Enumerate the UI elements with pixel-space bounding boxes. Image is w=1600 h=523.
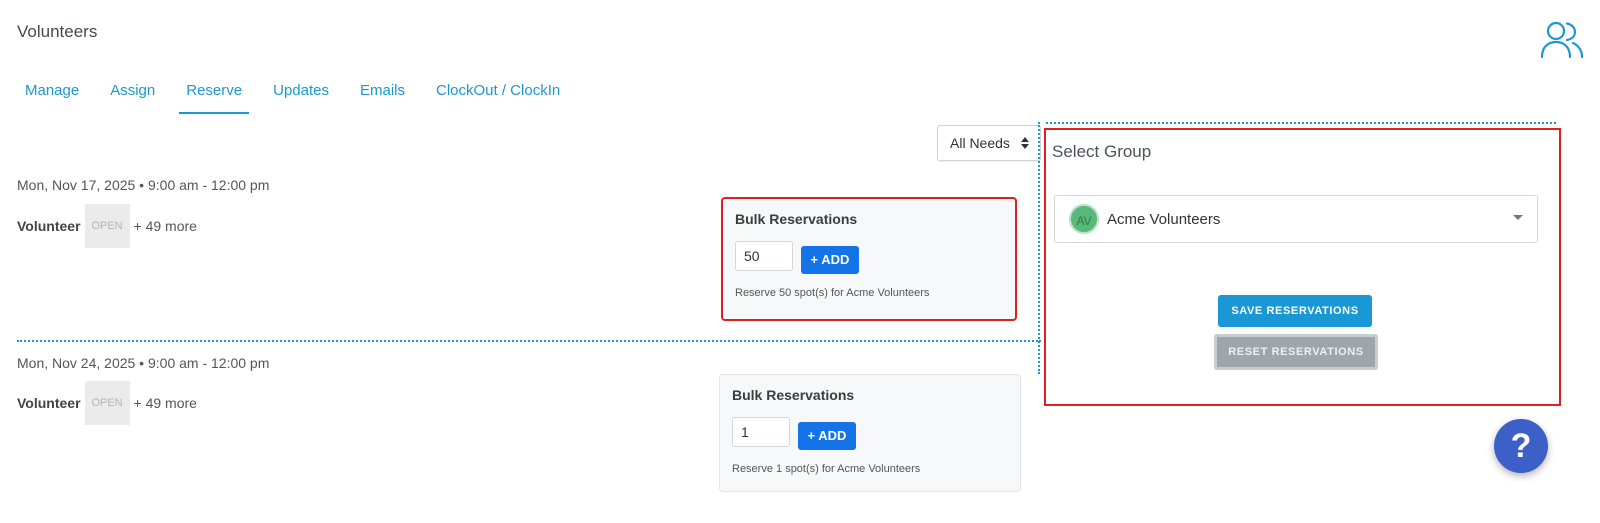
reset-reservations-button[interactable]: RESET RESERVATIONS (1214, 334, 1378, 370)
panel-top-divider (1046, 122, 1556, 124)
tab-emails[interactable]: Emails (353, 80, 412, 114)
bulk-reservations-box: Bulk Reservations 1 + ADD Reserve 1 spot… (719, 374, 1021, 492)
open-spot-badge[interactable]: OPEN (84, 204, 130, 248)
tab-updates[interactable]: Updates (266, 80, 336, 114)
bulk-reservation-hint: Reserve 50 spot(s) for Acme Volunteers (735, 287, 930, 299)
selected-group-name: Acme Volunteers (1107, 211, 1221, 228)
panel-divider (1038, 122, 1040, 374)
open-spot-badge[interactable]: OPEN (84, 381, 130, 425)
needs-filter-value: All Needs (950, 135, 1010, 151)
page-title: Volunteers (17, 22, 98, 41)
bulk-reservations-title: Bulk Reservations (735, 211, 858, 227)
bulk-add-button[interactable]: + ADD (801, 246, 859, 274)
slot-role-row: Volunteer OPEN + 49 more (17, 381, 197, 425)
more-spots-text[interactable]: + 49 more (134, 218, 197, 234)
role-label: Volunteer (17, 218, 81, 234)
bulk-add-button[interactable]: + ADD (798, 422, 856, 450)
avatar: AV (1069, 204, 1099, 234)
slot-date: Mon, Nov 17, 2025 • 9:00 am - 12:00 pm (17, 177, 270, 193)
select-group-title: Select Group (1052, 142, 1152, 161)
bulk-reservations-title: Bulk Reservations (732, 387, 855, 403)
role-label: Volunteer (17, 395, 81, 411)
slot-role-row: Volunteer OPEN + 49 more (17, 204, 197, 248)
slot-date: Mon, Nov 24, 2025 • 9:00 am - 12:00 pm (17, 355, 270, 371)
slot-item: Mon, Nov 17, 2025 • 9:00 am - 12:00 pm V… (17, 177, 1041, 248)
users-icon[interactable] (1540, 20, 1584, 60)
bulk-reservation-hint: Reserve 1 spot(s) for Acme Volunteers (732, 463, 921, 475)
bulk-quantity-input[interactable]: 50 (735, 241, 793, 271)
tab-assign[interactable]: Assign (103, 80, 162, 114)
tab-reserve[interactable]: Reserve (179, 80, 250, 114)
bulk-quantity-input[interactable]: 1 (732, 417, 790, 447)
tab-manage[interactable]: Manage (18, 80, 86, 114)
bulk-reservations-box: Bulk Reservations 50 + ADD Reserve 50 sp… (721, 197, 1017, 321)
chevron-down-icon[interactable] (1513, 215, 1523, 220)
tab-bar: Manage Assign Reserve Updates Emails Clo… (18, 80, 584, 114)
select-group-panel: Select Group AV Acme Volunteers SAVE RES… (1044, 128, 1561, 406)
help-button[interactable]: ? (1494, 419, 1548, 473)
tab-clockout-clockin[interactable]: ClockOut / ClockIn (429, 80, 567, 114)
group-select[interactable]: AV Acme Volunteers (1054, 195, 1538, 243)
save-reservations-button[interactable]: SAVE RESERVATIONS (1218, 295, 1372, 327)
slot-divider (17, 340, 1041, 342)
more-spots-text[interactable]: + 49 more (134, 395, 197, 411)
sort-arrows-icon (1021, 137, 1029, 149)
needs-filter-select[interactable]: All Needs (937, 125, 1041, 161)
slot-item: Mon, Nov 24, 2025 • 9:00 am - 12:00 pm V… (17, 355, 1041, 425)
